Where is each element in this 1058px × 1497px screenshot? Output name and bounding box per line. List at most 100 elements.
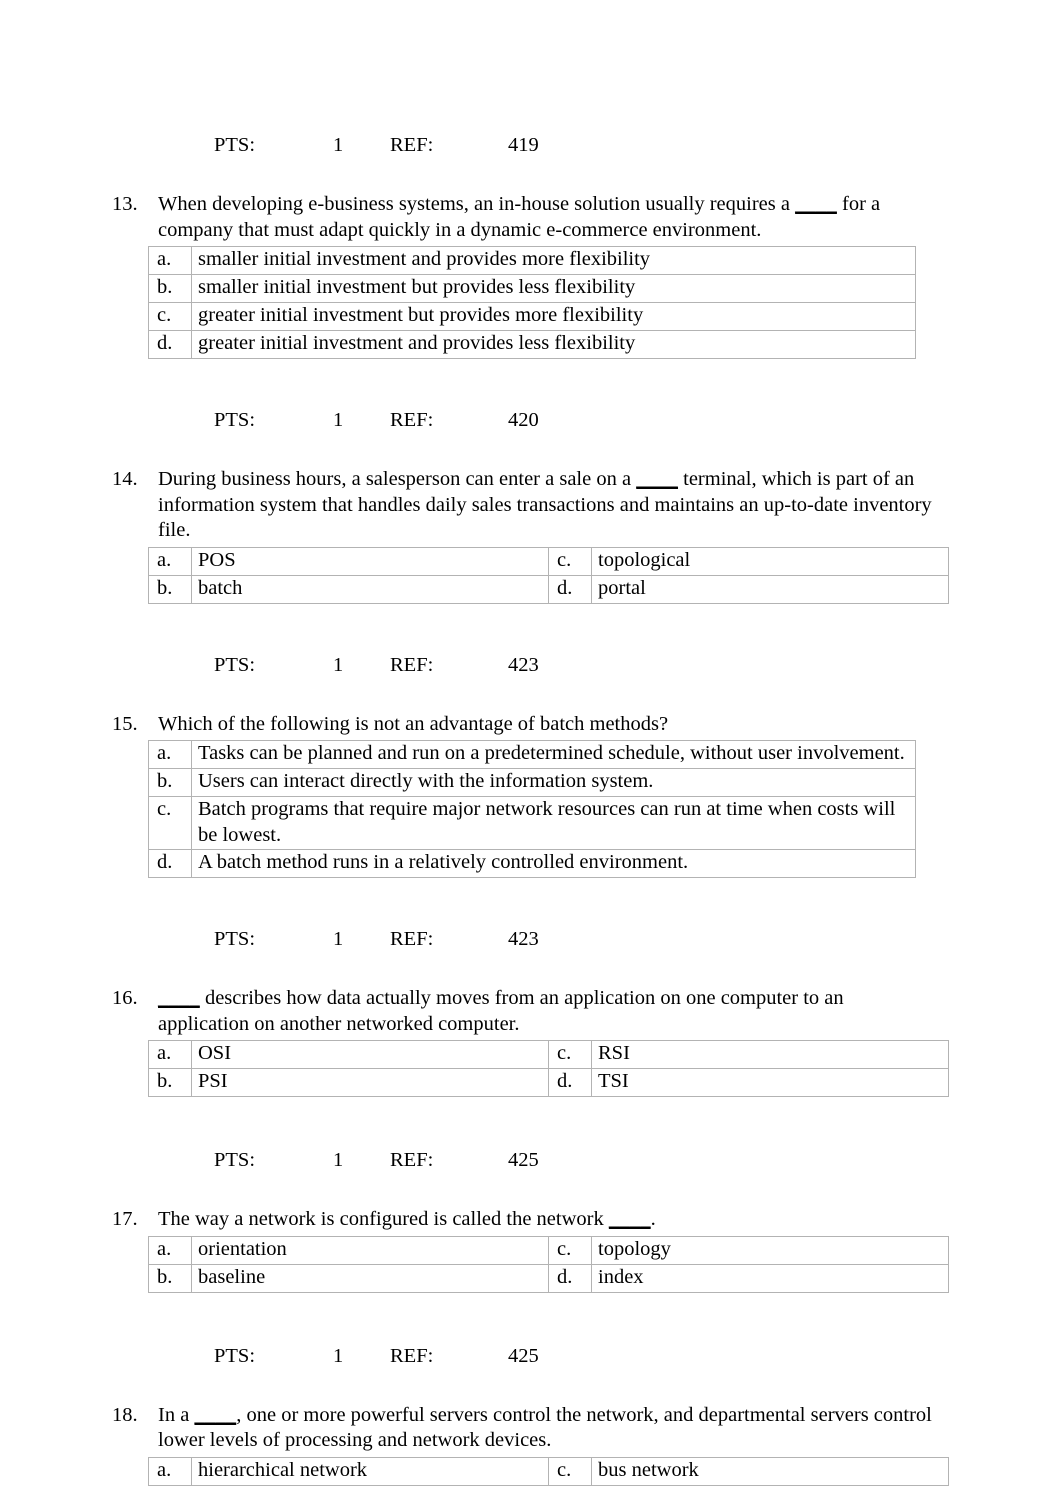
ref-value: 425 (508, 1149, 539, 1171)
option-row[interactable]: b. PSI d. TSI (148, 1068, 949, 1097)
question-16-blank: ____ (158, 987, 200, 1009)
pts-value: 1 (333, 409, 344, 431)
option-letter: b. (148, 768, 192, 797)
pts-ref-line: PTS: 1 REF: 425 (0, 1145, 1058, 1175)
option-text[interactable]: POS (191, 546, 549, 576)
option-text[interactable]: index (591, 1263, 949, 1293)
ref-label: REF: (390, 928, 434, 950)
option-letter: b. (148, 274, 192, 303)
question-14-options: a. POS c. topological b. batch d. portal (148, 546, 949, 604)
question-14-text-before: During business hours, a salesperson can… (158, 468, 637, 490)
pts-label: PTS: (214, 134, 256, 156)
option-letter: c. (148, 796, 192, 850)
option-text[interactable]: orientation (191, 1235, 549, 1265)
option-text[interactable]: smaller initial investment and provides … (191, 246, 916, 275)
option-letter: b. (148, 1068, 192, 1097)
option-text[interactable]: greater initial investment and provides … (191, 330, 916, 359)
option-letter: b. (148, 574, 192, 604)
question-15-text-before: Which of the following is not an advanta… (158, 712, 669, 735)
option-row[interactable]: a. smaller initial investment and provid… (148, 246, 916, 275)
option-letter: c. (548, 1456, 592, 1486)
question-13-stem: 13. When developing e-business systems, … (0, 192, 1058, 243)
question-15-options: a. Tasks can be planned and run on a pre… (148, 740, 916, 878)
option-letter: c. (548, 1040, 592, 1069)
option-row[interactable]: d. greater initial investment and provid… (148, 330, 916, 359)
option-row[interactable]: b. Users can interact directly with the … (148, 768, 916, 797)
question-17: 17. The way a network is configured is c… (0, 1207, 1058, 1293)
question-17-stem: 17. The way a network is configured is c… (0, 1207, 1058, 1233)
ref-value: 423 (508, 928, 539, 950)
option-letter: a. (148, 740, 192, 769)
option-row[interactable]: d. A batch method runs in a relatively c… (148, 849, 916, 878)
ref-label: REF: (390, 653, 434, 676)
option-letter: d. (548, 1068, 592, 1097)
option-text[interactable]: topological (591, 546, 949, 576)
option-text[interactable]: baseline (191, 1263, 549, 1293)
option-row[interactable]: a. hierarchical network c. bus network (148, 1456, 949, 1486)
option-text[interactable]: hierarchical network (191, 1456, 549, 1486)
pts-value: 1 (333, 134, 344, 156)
option-text[interactable]: PSI (191, 1068, 549, 1097)
option-row[interactable]: b. batch d. portal (148, 574, 949, 604)
question-15-stem: 15. Which of the following is not an adv… (0, 712, 1058, 738)
question-16-number: 16. (112, 987, 138, 1009)
ref-label: REF: (390, 409, 434, 431)
option-text[interactable]: topology (591, 1235, 949, 1265)
question-13-blank: ____ (795, 193, 837, 215)
question-13: 13. When developing e-business systems, … (0, 192, 1058, 359)
option-text[interactable]: A batch method runs in a relatively cont… (191, 849, 916, 878)
option-text[interactable]: RSI (591, 1040, 949, 1069)
pts-value: 1 (333, 928, 344, 950)
pts-value: 1 (333, 1149, 344, 1171)
option-text[interactable]: batch (191, 574, 549, 604)
question-13-number: 13. (112, 193, 138, 215)
question-16-text-after: describes how data actually moves from a… (158, 987, 844, 1035)
document-page: PTS: 1 REF: 419 13. When developing e-bu… (0, 0, 1058, 1497)
question-18-text-after: , one or more powerful servers control t… (158, 1403, 932, 1452)
option-text[interactable]: OSI (191, 1040, 549, 1069)
question-14: 14. During business hours, a salesperson… (0, 467, 1058, 604)
option-text[interactable]: Batch programs that require major networ… (191, 796, 916, 850)
question-17-number: 17. (112, 1208, 138, 1230)
option-letter: c. (548, 546, 592, 576)
option-row[interactable]: b. baseline d. index (148, 1263, 949, 1293)
option-row[interactable]: c. greater initial investment but provid… (148, 302, 916, 331)
ref-value: 425 (508, 1344, 539, 1367)
question-13-options: a. smaller initial investment and provid… (148, 246, 916, 359)
option-text[interactable]: TSI (591, 1068, 949, 1097)
option-row[interactable]: a. OSI c. RSI (148, 1040, 949, 1069)
question-17-text-before: The way a network is configured is calle… (158, 1208, 609, 1230)
option-row[interactable]: a. POS c. topological (148, 546, 949, 576)
option-letter: c. (548, 1235, 592, 1265)
option-text[interactable]: Tasks can be planned and run on a predet… (191, 740, 916, 769)
option-text[interactable]: smaller initial investment but provides … (191, 274, 916, 303)
option-text[interactable]: bus network (591, 1456, 949, 1486)
option-row[interactable]: a. Tasks can be planned and run on a pre… (148, 740, 916, 769)
pts-ref-line: PTS: 1 REF: 425 (0, 1341, 1058, 1371)
question-16-stem: 16. ____ describes how data actually mov… (0, 986, 1058, 1037)
question-14-stem: 14. During business hours, a salesperson… (0, 467, 1058, 544)
option-letter: b. (148, 1263, 192, 1293)
question-18: 18. In a ____, one or more powerful serv… (0, 1403, 1058, 1486)
option-letter: d. (148, 849, 192, 878)
ref-label: REF: (390, 134, 434, 156)
option-row[interactable]: c. Batch programs that require major net… (148, 796, 916, 850)
option-row[interactable]: b. smaller initial investment but provid… (148, 274, 916, 303)
option-letter: a. (148, 1040, 192, 1069)
question-14-number: 14. (112, 468, 138, 490)
ref-label: REF: (390, 1344, 434, 1367)
question-14-blank: ____ (636, 468, 679, 490)
pts-value: 1 (333, 1344, 344, 1367)
option-text[interactable]: portal (591, 574, 949, 604)
option-letter: a. (148, 546, 192, 576)
question-18-blank: ____ (194, 1403, 237, 1426)
question-18-stem: 18. In a ____, one or more powerful serv… (0, 1403, 1058, 1454)
option-text[interactable]: Users can interact directly with the inf… (191, 768, 916, 797)
ref-value: 423 (508, 653, 539, 676)
question-17-options: a. orientation c. topology b. baseline d… (148, 1235, 949, 1293)
option-text[interactable]: greater initial investment but provides … (191, 302, 916, 331)
question-17-blank: ____ (608, 1208, 651, 1230)
pts-label: PTS: (214, 1149, 256, 1171)
option-row[interactable]: a. orientation c. topology (148, 1235, 949, 1265)
option-letter: a. (148, 1456, 192, 1486)
